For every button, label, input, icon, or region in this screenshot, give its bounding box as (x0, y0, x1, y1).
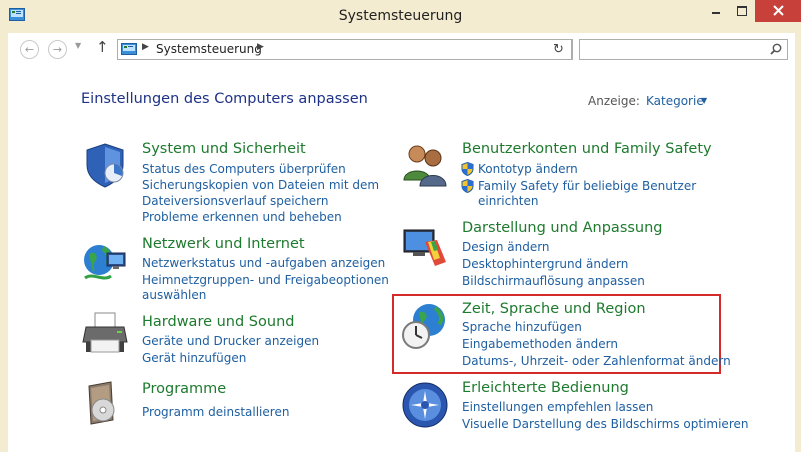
window-title: Systemsteuerung (338, 8, 463, 24)
view-mode-dropdown[interactable]: Kategorie (646, 94, 704, 108)
link-change-theme[interactable]: Design ändern (462, 240, 550, 254)
maximize-icon (737, 6, 747, 16)
link-devices-printers[interactable]: Geräte und Drucker anzeigen (142, 334, 319, 348)
minimize-icon (712, 12, 720, 14)
link-optimize-display[interactable]: Visuelle Darstellung des Bildschirms opt… (462, 417, 748, 431)
close-button[interactable] (755, 0, 801, 22)
navigation-bar: ← → ▼ ↑ ▶ Systemsteuerung ▶ ▼ ↻ (8, 33, 795, 67)
link-change-account-type[interactable]: Kontotyp ändern (478, 162, 578, 176)
window-border-left (0, 33, 8, 452)
back-button[interactable]: ← (20, 40, 39, 59)
category-title-ease-of-access[interactable]: Erleichterte Bedienung (462, 380, 629, 396)
link-homegroup[interactable]: Heimnetzgruppen- und Freigabeoptionen (142, 273, 389, 287)
link-backup-files[interactable]: Sicherungskopien von Dateien mit dem (142, 178, 379, 192)
title-bar[interactable]: Systemsteuerung (0, 0, 801, 33)
arrow-left-icon: ← (24, 43, 35, 56)
link-homegroup-line2[interactable]: auswählen (142, 288, 206, 302)
chevron-down-icon[interactable]: ▼ (701, 96, 707, 105)
link-change-desktop-background[interactable]: Desktophintergrund ändern (462, 257, 628, 271)
forward-button[interactable]: → (48, 40, 67, 59)
link-family-safety[interactable]: Family Safety für beliebige Benutzer (478, 179, 696, 193)
chevron-down-icon: ▼ (75, 41, 82, 50)
category-title-appearance[interactable]: Darstellung und Anpassung (462, 220, 663, 236)
appearance-monitor-icon[interactable] (401, 222, 449, 270)
view-label: Anzeige: (588, 94, 640, 108)
maximize-button[interactable] (729, 0, 755, 22)
refresh-button[interactable]: ↻ (546, 39, 572, 60)
link-add-device[interactable]: Gerät hinzufügen (142, 351, 246, 365)
uac-shield-icon (461, 162, 474, 176)
arrow-right-icon: → (52, 43, 63, 56)
category-title-system-security[interactable]: System und Sicherheit (142, 141, 306, 157)
link-change-date-time-format[interactable]: Datums-, Uhrzeit- oder Zahlenformat ände… (462, 354, 731, 368)
category-title-network-internet[interactable]: Netzwerk und Internet (142, 236, 305, 252)
category-title-hardware-sound[interactable]: Hardware und Sound (142, 314, 294, 330)
ease-of-access-icon[interactable] (401, 381, 449, 429)
link-adjust-resolution[interactable]: Bildschirmauflösung anpassen (462, 274, 645, 288)
breadcrumb-item[interactable]: Systemsteuerung (156, 42, 262, 56)
link-add-language[interactable]: Sprache hinzufügen (462, 320, 582, 334)
printer-icon[interactable] (81, 310, 129, 358)
recent-locations-button[interactable]: ▼ (75, 41, 81, 50)
up-button[interactable]: ↑ (96, 38, 109, 56)
shield-security-icon[interactable] (81, 141, 129, 189)
network-globe-icon[interactable] (81, 238, 129, 286)
breadcrumb-chevron-icon[interactable]: ▶ (142, 42, 149, 52)
link-family-safety-line2[interactable]: einrichten (478, 194, 539, 208)
category-title-user-accounts[interactable]: Benutzerkonten und Family Safety (462, 141, 712, 157)
link-recommend-settings[interactable]: Einstellungen empfehlen lassen (462, 400, 653, 414)
arrow-up-icon: ↑ (96, 38, 109, 56)
minimize-button[interactable] (703, 0, 729, 22)
link-network-status[interactable]: Netzwerkstatus und -aufgaben anzeigen (142, 256, 385, 270)
search-icon[interactable] (770, 43, 782, 55)
address-bar[interactable]: ▶ Systemsteuerung ▶ ▼ (117, 39, 652, 60)
category-title-time-language-region[interactable]: Zeit, Sprache und Region (462, 301, 646, 317)
search-input[interactable] (579, 39, 788, 60)
window-border-right (795, 33, 801, 452)
refresh-icon: ↻ (553, 42, 564, 57)
clock-globe-icon[interactable] (401, 302, 449, 350)
breadcrumb-chevron-icon[interactable]: ▶ (257, 42, 264, 52)
category-title-programs[interactable]: Programme (142, 381, 226, 397)
link-check-computer-status[interactable]: Status des Computers überprüfen (142, 162, 346, 176)
page-title: Einstellungen des Computers anpassen (81, 91, 368, 107)
link-uninstall-program[interactable]: Programm deinstallieren (142, 405, 289, 419)
users-icon[interactable] (401, 140, 449, 188)
link-backup-files-line2[interactable]: Dateiversionsverlauf speichern (142, 194, 328, 208)
programs-disc-icon[interactable] (81, 380, 129, 428)
link-change-input-methods[interactable]: Eingabemethoden ändern (462, 337, 618, 351)
control-panel-icon (121, 43, 137, 55)
close-icon (773, 5, 784, 16)
link-troubleshoot[interactable]: Probleme erkennen und beheben (142, 210, 342, 224)
uac-shield-icon (461, 179, 474, 193)
